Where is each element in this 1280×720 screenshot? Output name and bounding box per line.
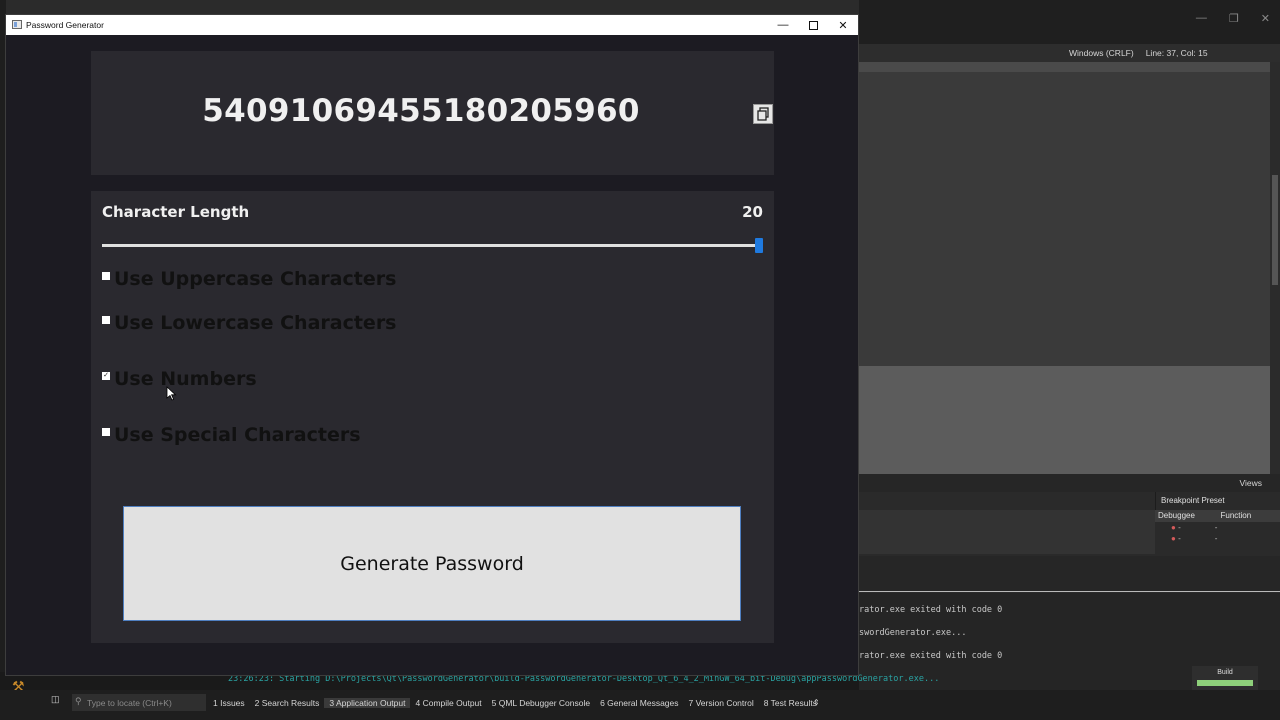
tab-qml-debugger-console[interactable]: 5 QML Debugger Console (487, 698, 595, 708)
character-length-label: Character Length (102, 203, 250, 221)
breakpoint-row[interactable]: ● - - (1155, 533, 1280, 544)
output-line: swordGenerator.exe... (859, 628, 967, 638)
ide-titlebar: — ❐ ✕ (859, 0, 1280, 44)
output-tabs: 1 Issues 2 Search Results 3 Application … (208, 698, 822, 708)
column-function[interactable]: Function (1218, 510, 1280, 522)
build-progress-bar (1197, 680, 1253, 686)
locate-placeholder: Type to locate (Ctrl+K) (87, 698, 172, 708)
option-special[interactable]: Use Special Characters (102, 424, 361, 446)
breakpoint-icon: ● (1171, 534, 1176, 543)
build-progress[interactable]: Build (1192, 666, 1258, 690)
generate-password-button[interactable]: Generate Password (123, 506, 741, 621)
output-line: rator.exe exited with code 0 (859, 605, 1003, 615)
option-label: Use Special Characters (114, 424, 361, 446)
output-pane-header (859, 556, 1280, 592)
tab-general-messages[interactable]: 6 General Messages (595, 698, 683, 708)
output-line: rator.exe exited with code 0 (859, 651, 1003, 661)
tab-version-control[interactable]: 7 Version Control (684, 698, 759, 708)
tabs-more-icon[interactable]: ⇕ (813, 698, 820, 707)
window-titlebar[interactable]: Password Generator — ✕ (6, 15, 858, 35)
ide-views-bar: Views (859, 474, 1280, 492)
breakpoint-columns: Debuggee Function (1155, 510, 1280, 522)
build-label: Build (1217, 669, 1233, 676)
ide-editor[interactable] (859, 62, 1270, 366)
numbers-checkbox[interactable]: ✓ (102, 372, 110, 380)
window-controls: — ✕ (768, 15, 858, 35)
generated-password: 54091069455180205960 (202, 93, 640, 129)
length-slider-track[interactable] (102, 244, 762, 247)
app-icon (12, 20, 22, 29)
uppercase-checkbox[interactable] (102, 272, 110, 280)
tab-application-output[interactable]: 3 Application Output (324, 698, 411, 708)
breakpoint-icon: ● (1171, 523, 1176, 532)
password-generator-window: Password Generator — ✕ 54091069455180205… (5, 14, 859, 676)
breakpoint-debuggee: - (1178, 523, 1181, 532)
breakpoint-debuggee: - (1178, 534, 1181, 543)
breakpoint-preset-header: Breakpoint Preset (1155, 492, 1280, 510)
breakpoint-function: - (1214, 534, 1218, 543)
option-label: Use Uppercase Characters (114, 268, 397, 290)
search-icon: ⚲ (75, 696, 82, 706)
lowercase-checkbox[interactable] (102, 316, 110, 324)
option-label: Use Lowercase Characters (114, 312, 397, 334)
cursor-position[interactable]: Line: 37, Col: 15 (1146, 48, 1208, 58)
ide-debug-stack (859, 510, 1155, 554)
copy-icon (757, 107, 769, 121)
ide-editor-toolbar: Windows (CRLF) Line: 37, Col: 15 (859, 44, 1280, 62)
ide-close-icon[interactable]: ✕ (1261, 12, 1270, 25)
breakpoint-function: - (1214, 523, 1218, 532)
column-debuggee[interactable]: Debuggee (1155, 510, 1218, 522)
ide-scroll-thumb[interactable] (1272, 175, 1278, 285)
tab-search-results[interactable]: 2 Search Results (250, 698, 325, 708)
line-ending-selector[interactable]: Windows (CRLF) (1069, 48, 1134, 58)
special-checkbox[interactable] (102, 428, 110, 436)
locate-input[interactable]: ⚲ Type to locate (Ctrl+K) (72, 694, 206, 711)
views-button[interactable]: Views (1239, 478, 1262, 488)
minimize-icon[interactable]: — (768, 15, 798, 35)
ide-editor-header (859, 62, 1270, 72)
tab-issues[interactable]: 1 Issues (208, 698, 250, 708)
option-numbers[interactable]: ✓ Use Numbers (102, 368, 257, 390)
ide-statusbar: ◫ ⚲ Type to locate (Ctrl+K) 1 Issues 2 S… (0, 690, 1280, 720)
ide-minimize-icon[interactable]: — (1196, 12, 1207, 25)
window-title: Password Generator (26, 20, 104, 30)
breakpoint-row[interactable]: ● - - (1155, 522, 1280, 533)
ide-restore-icon[interactable]: ❐ (1229, 12, 1239, 25)
options-panel: Character Length 20 Use Uppercase Charac… (91, 191, 774, 643)
sidebar-toggle-icon[interactable]: ◫ (51, 694, 63, 709)
option-label: Use Numbers (114, 368, 257, 390)
option-lowercase[interactable]: Use Lowercase Characters (102, 312, 397, 334)
copy-button[interactable] (753, 104, 773, 124)
breakpoint-list: ● - - ● - - (1155, 522, 1280, 554)
ide-editor-empty-area (859, 366, 1270, 474)
checkmark-icon: ✓ (103, 372, 109, 379)
option-uppercase[interactable]: Use Uppercase Characters (102, 268, 396, 290)
close-icon[interactable]: ✕ (828, 15, 858, 35)
ide-window-controls[interactable]: — ❐ ✕ (1196, 12, 1270, 25)
maximize-icon[interactable] (798, 15, 828, 35)
length-slider-handle[interactable] (755, 238, 763, 253)
password-display-panel: 54091069455180205960 (91, 51, 774, 175)
tab-compile-output[interactable]: 4 Compile Output (410, 698, 486, 708)
character-length-value: 20 (742, 203, 763, 221)
mouse-cursor-icon (166, 386, 177, 401)
